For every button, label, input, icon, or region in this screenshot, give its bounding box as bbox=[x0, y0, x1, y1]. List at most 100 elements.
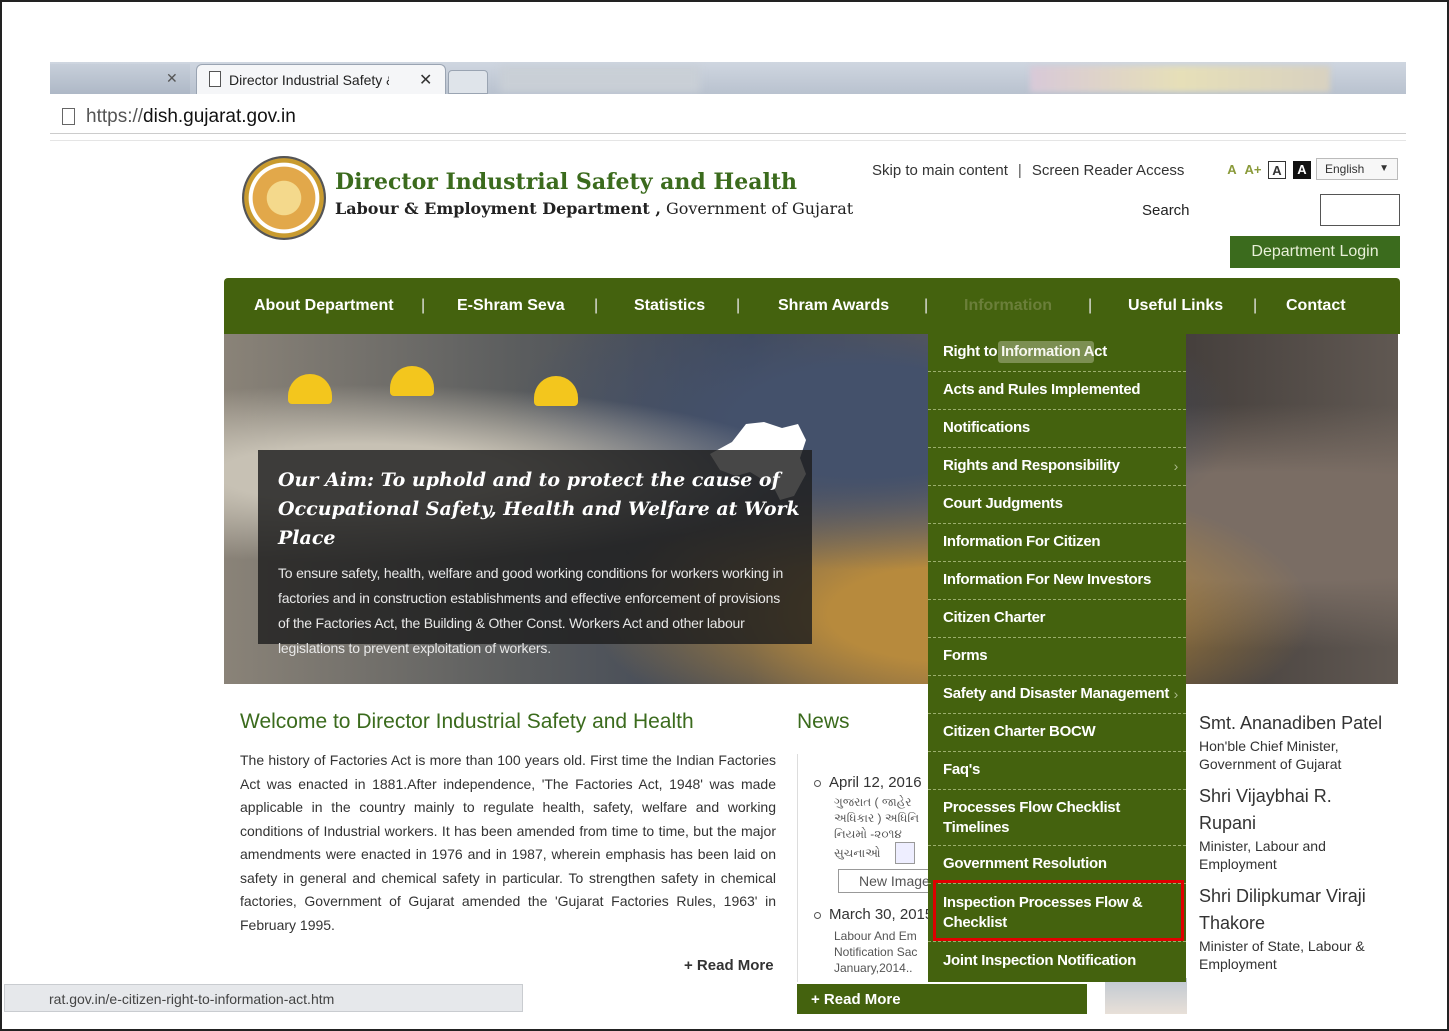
nav-useful-links[interactable]: Useful Links bbox=[1128, 297, 1223, 315]
nav-statistics[interactable]: Statistics bbox=[634, 297, 705, 315]
news-text: સુચનાઓ bbox=[834, 846, 881, 860]
chevron-down-icon: ▼ bbox=[1379, 163, 1389, 174]
divider: | bbox=[1017, 162, 1022, 179]
search-label: Search bbox=[1142, 202, 1190, 219]
tab-active[interactable]: Director Industrial Safety & ✕ bbox=[196, 64, 446, 94]
divider: | bbox=[736, 297, 741, 314]
close-icon[interactable]: ✕ bbox=[166, 70, 178, 87]
minister-name[interactable]: Shri Dilipkumar Viraji Thakore bbox=[1199, 883, 1389, 937]
menu-item-inspection-processes[interactable]: Inspection Processes Flow & Checklist bbox=[928, 884, 1186, 942]
minister-name[interactable]: Shri Vijaybhai R. Rupani bbox=[1199, 783, 1389, 837]
menu-item-info-investors[interactable]: Information For New Investors bbox=[928, 562, 1186, 600]
address-bar[interactable]: https://dish.gujarat.gov.in bbox=[50, 100, 1406, 134]
news-list: April 12, 2016 ગુજરાત ( જાહેર અધિકાર ) અ… bbox=[797, 754, 938, 982]
bullet-icon bbox=[814, 911, 821, 919]
news-title: News bbox=[797, 710, 850, 733]
blurred-tab-area bbox=[500, 66, 700, 92]
bullet-icon bbox=[814, 779, 821, 787]
news-read-more-link[interactable]: + Read More bbox=[797, 984, 1087, 1014]
divider: | bbox=[1253, 297, 1258, 314]
menu-item-citizen-charter[interactable]: Citizen Charter bbox=[928, 600, 1186, 638]
language-select[interactable]: English ▼ bbox=[1316, 158, 1398, 180]
site-subtitle: Labour & Employment Department , Governm… bbox=[335, 199, 853, 218]
menu-item-safety-disaster[interactable]: Safety and Disaster Management › bbox=[928, 676, 1186, 714]
url-host: dish.gujarat.gov.in bbox=[143, 106, 296, 127]
nav-e-shram-seva[interactable]: E-Shram Seva bbox=[457, 297, 565, 315]
menu-item-govt-resolution[interactable]: Government Resolution bbox=[928, 846, 1186, 884]
url-text[interactable]: https://dish.gujarat.gov.in bbox=[86, 106, 296, 128]
chevron-right-icon: › bbox=[1173, 686, 1179, 702]
divider bbox=[50, 140, 1406, 141]
worker-helmet bbox=[534, 376, 578, 406]
menu-item-notifications[interactable]: Notifications bbox=[928, 410, 1186, 448]
menu-item-label: Information For Citizen bbox=[943, 533, 1101, 550]
menu-item-label: Forms bbox=[943, 647, 988, 664]
menu-item-label: Faq's bbox=[943, 761, 981, 778]
menu-item-joint-inspection[interactable]: Joint Inspection Notification bbox=[928, 942, 1186, 982]
status-bar-url: rat.gov.in/e-citizen-right-to-informatio… bbox=[4, 984, 523, 1012]
ministers-list: Smt. Ananadiben Patel Hon'ble Chief Mini… bbox=[1199, 710, 1389, 983]
blurred-tab-area bbox=[1030, 66, 1330, 92]
utility-links: Skip to main content | Screen Reader Acces… bbox=[872, 162, 1184, 179]
news-item-date[interactable]: April 12, 2016 bbox=[814, 774, 922, 791]
news-text: ગુજરાત ( જાહેર bbox=[834, 795, 912, 809]
broken-image-icon bbox=[895, 842, 915, 864]
divider: | bbox=[421, 297, 426, 314]
menu-item-court-judgments[interactable]: Court Judgments bbox=[928, 486, 1186, 524]
nav-information[interactable]: Information bbox=[964, 297, 1052, 315]
nav-about-department[interactable]: About Department bbox=[254, 297, 394, 315]
welcome-read-more-link[interactable]: + Read More bbox=[684, 957, 774, 974]
news-item-date[interactable]: March 30, 2015 bbox=[814, 906, 933, 923]
high-contrast-button[interactable]: A bbox=[1293, 161, 1311, 179]
menu-item-label: Citizen Charter BOCW bbox=[943, 723, 1096, 740]
menu-item-acts-rules[interactable]: Acts and Rules Implemented bbox=[928, 372, 1186, 410]
hero-caption: Our Aim: To uphold and to protect the ca… bbox=[258, 450, 812, 656]
minister-photo bbox=[1105, 978, 1187, 1014]
news-text: નિયમો -૨૦૧૪ bbox=[834, 827, 902, 841]
hover-highlight bbox=[998, 341, 1094, 363]
tab-previous[interactable]: ✕ bbox=[50, 64, 190, 94]
welcome-body: The history of Factories Act is more tha… bbox=[240, 752, 776, 933]
menu-item-info-citizen[interactable]: Information For Citizen bbox=[928, 524, 1186, 562]
menu-item-label: Court Judgments bbox=[943, 495, 1063, 512]
url-prefix: https:// bbox=[86, 106, 144, 127]
skip-to-content-link[interactable]: Skip to main content bbox=[872, 162, 1008, 179]
site-title[interactable]: Director Industrial Safety and Health bbox=[335, 169, 797, 195]
minister-name[interactable]: Smt. Ananadiben Patel bbox=[1199, 710, 1389, 737]
menu-item-label: Inspection Processes Flow & Checklist bbox=[943, 894, 1143, 931]
nav-contact[interactable]: Contact bbox=[1286, 297, 1346, 315]
menu-item-label: Safety and Disaster Management bbox=[943, 685, 1170, 702]
menu-item-processes-flow[interactable]: Processes Flow Checklist Timelines bbox=[928, 790, 1186, 846]
font-decrease-button[interactable]: A bbox=[1224, 161, 1240, 179]
news-date: April 12, 2016 bbox=[829, 774, 922, 791]
department-login-button[interactable]: Department Login bbox=[1230, 236, 1400, 268]
menu-item-charter-bocw[interactable]: Citizen Charter BOCW bbox=[928, 714, 1186, 752]
menu-item-faqs[interactable]: Faq's bbox=[928, 752, 1186, 790]
close-icon[interactable]: ✕ bbox=[419, 70, 432, 90]
font-increase-button[interactable]: A+ bbox=[1243, 161, 1263, 179]
browser-window: ✕ Director Industrial Safety & ✕ https:/… bbox=[0, 0, 1449, 1031]
new-tab-button[interactable] bbox=[448, 70, 488, 94]
department-name: Labour & Employment Department , bbox=[335, 199, 661, 218]
nav-shram-awards[interactable]: Shram Awards bbox=[778, 297, 889, 315]
menu-item-rights-responsibility[interactable]: Rights and Responsibility › bbox=[928, 448, 1186, 486]
search-input[interactable] bbox=[1320, 194, 1400, 226]
menu-item-label: Processes Flow Checklist Timelines bbox=[943, 799, 1121, 836]
page-icon bbox=[62, 108, 75, 125]
screen-reader-link[interactable]: Screen Reader Access bbox=[1032, 162, 1185, 179]
divider: | bbox=[1088, 297, 1093, 314]
menu-item-label: Acts and Rules Implemented bbox=[943, 381, 1141, 398]
minister-role: Hon'ble Chief Minister, Government of Gu… bbox=[1199, 738, 1342, 772]
government-name: Government of Gujarat bbox=[660, 199, 854, 218]
menu-item-label: Government Resolution bbox=[943, 855, 1107, 872]
menu-item-label: Citizen Charter bbox=[943, 609, 1046, 626]
font-normal-button[interactable]: A bbox=[1268, 161, 1286, 179]
new-image-placeholder: New Image bbox=[838, 869, 938, 893]
news-text: Labour And Em bbox=[834, 929, 917, 943]
worker-helmet bbox=[288, 374, 332, 404]
hero-body: To ensure safety, health, welfare and go… bbox=[278, 565, 784, 656]
news-date: March 30, 2015 bbox=[829, 906, 934, 923]
menu-item-forms[interactable]: Forms bbox=[928, 638, 1186, 676]
chevron-right-icon: › bbox=[1173, 458, 1179, 474]
site-logo[interactable] bbox=[242, 156, 326, 240]
